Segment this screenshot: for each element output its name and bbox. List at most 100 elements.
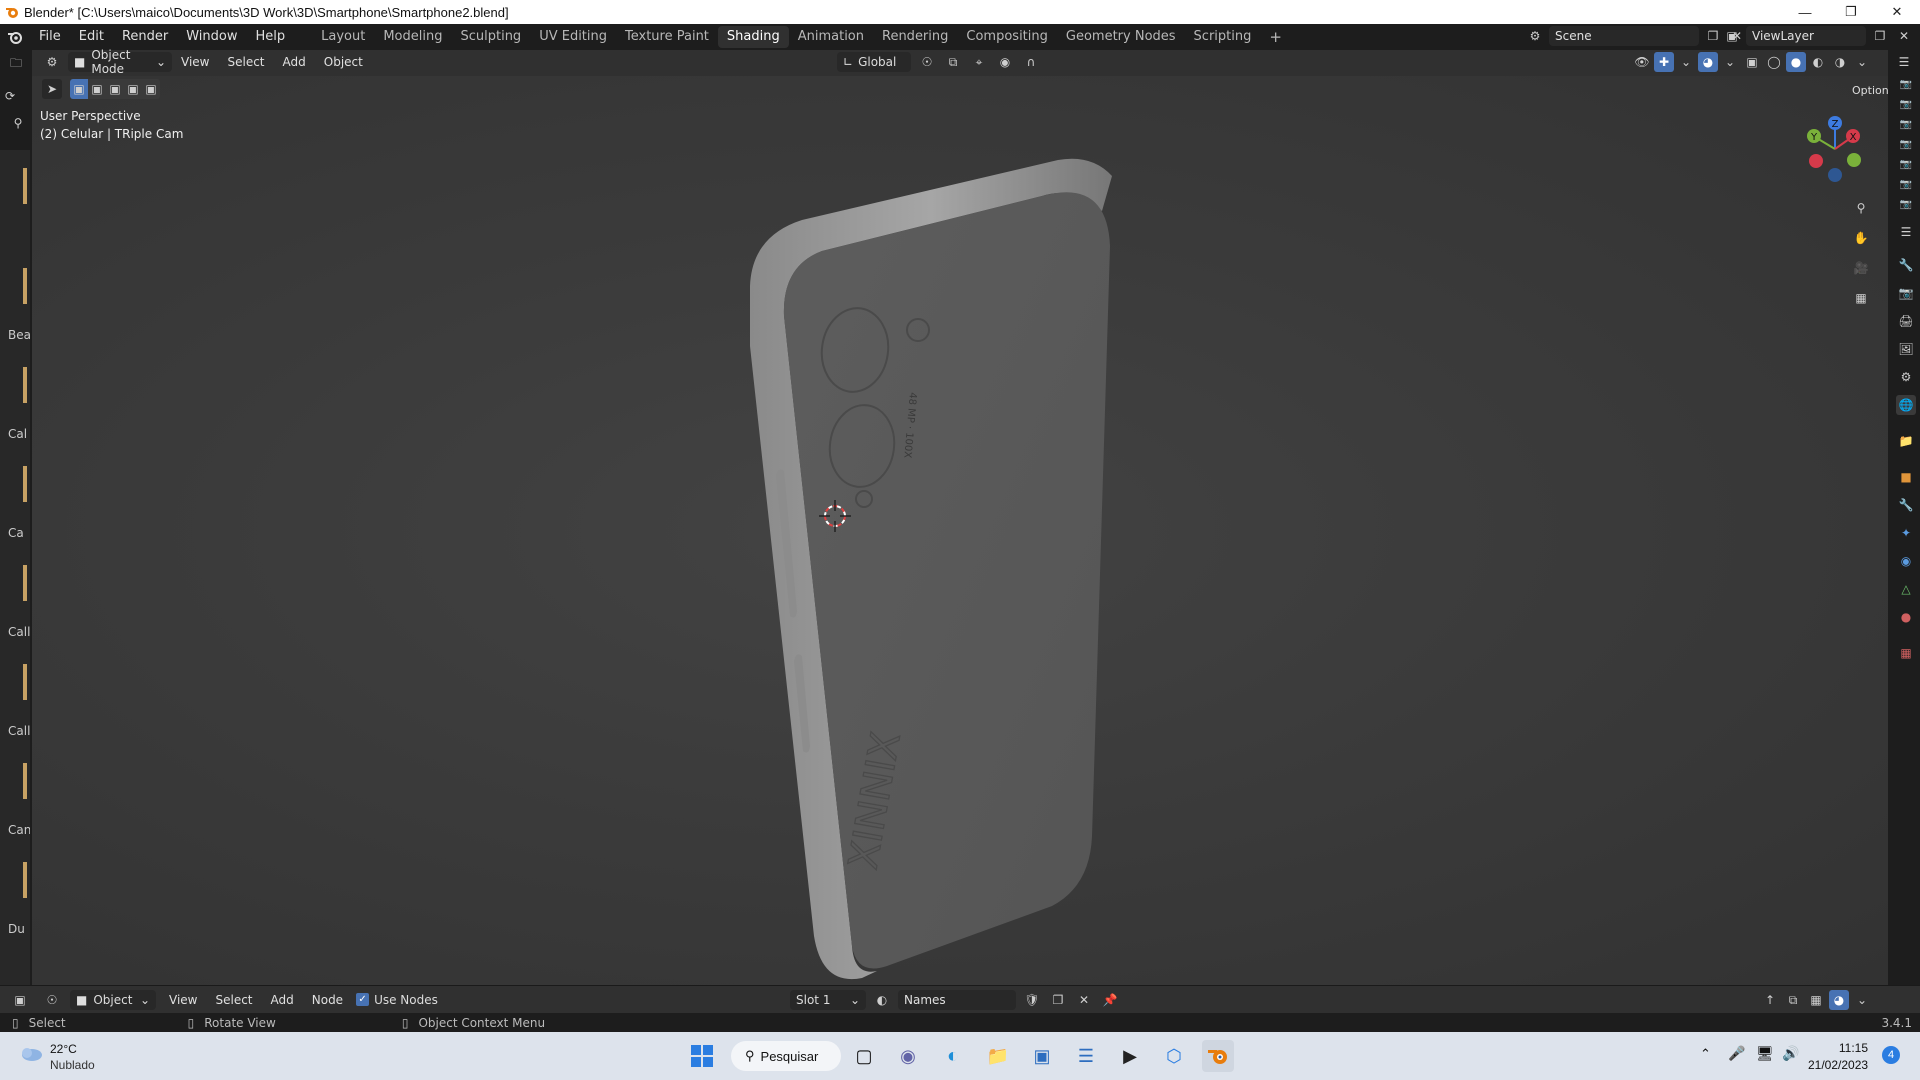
node-menu-node[interactable]: Node	[303, 987, 352, 1013]
particles-properties-icon[interactable]: ✦	[1896, 523, 1916, 543]
refresh-icon[interactable]: ⟳	[0, 86, 20, 106]
visibility-icon[interactable]: 👁	[1632, 52, 1652, 72]
camera-visibility-icon[interactable]: 📷	[1896, 114, 1916, 134]
snap-grid-icon[interactable]: ▦	[1806, 990, 1826, 1010]
overlays-dropdown-icon[interactable]: ⌄	[1720, 52, 1740, 72]
select-invert-icon[interactable]: ▣	[124, 79, 142, 99]
menu-edit[interactable]: Edit	[70, 24, 113, 50]
select-new-icon[interactable]: ▣	[70, 79, 88, 99]
checkbox-icon[interactable]: ✓	[356, 993, 370, 1006]
network-icon[interactable]: 🖥	[1756, 1045, 1774, 1062]
overlays-icon[interactable]: ◕	[1698, 52, 1718, 72]
outliner-item-bar[interactable]	[23, 763, 27, 799]
camera-visibility-icon[interactable]: 📷	[1896, 74, 1916, 94]
view-layer-icon[interactable]: ▣	[1722, 26, 1742, 46]
snap-target-icon[interactable]: ⌖	[969, 52, 989, 72]
rendered-shading-icon[interactable]: ◑	[1830, 52, 1850, 72]
clock-time[interactable]: 11:15	[1808, 1041, 1868, 1055]
teams-chat-icon[interactable]: ◉	[892, 1040, 924, 1072]
tab-geometry-nodes[interactable]: Geometry Nodes	[1057, 26, 1185, 48]
parent-node-icon[interactable]: ↑	[1760, 990, 1780, 1010]
tool-properties-icon[interactable]: 🔧	[1896, 255, 1916, 275]
gizmo-dropdown-icon[interactable]: ⌄	[1676, 52, 1696, 72]
menu-help[interactable]: Help	[247, 24, 295, 50]
edge-browser-icon[interactable]: ◐	[937, 1040, 969, 1072]
select-tool-icon[interactable]: ➤	[42, 79, 62, 99]
file-browser-icon[interactable]: 🗀	[6, 54, 26, 74]
gizmo-toggle-icon[interactable]: ✚	[1654, 52, 1674, 72]
falloff-icon[interactable]: ∩	[1021, 52, 1041, 72]
shader-type-icon[interactable]: ☉	[42, 990, 62, 1010]
material-slot-selector[interactable]: Slot 1 ⌄	[790, 990, 866, 1010]
tab-shading[interactable]: Shading	[717, 26, 789, 48]
pivot-point-icon[interactable]: ☉	[917, 52, 937, 72]
scene-selector-icon[interactable]: ⚙	[1525, 26, 1545, 46]
outliner-label[interactable]: Can	[8, 823, 30, 837]
blender-menu-icon[interactable]	[0, 30, 30, 44]
navigation-gizmo[interactable]: Z Y X	[1800, 112, 1870, 184]
scene-properties-icon[interactable]: ⚙	[1896, 367, 1916, 387]
close-icon[interactable]: ✕	[1874, 0, 1920, 24]
shader-object-selector[interactable]: ■ Object ⌄	[70, 989, 156, 1010]
unlink-material-icon[interactable]: ✕	[1074, 990, 1094, 1010]
node-snap-icon[interactable]: ⧉	[1783, 990, 1803, 1010]
menu-file[interactable]: File	[30, 24, 70, 50]
select-extend-icon[interactable]: ▣	[88, 79, 106, 99]
node-editor-type-icon[interactable]: ▣	[10, 990, 30, 1010]
shading-dropdown-icon[interactable]: ⌄	[1852, 52, 1872, 72]
tab-animation[interactable]: Animation	[789, 26, 873, 48]
xray-icon[interactable]: ▣	[1742, 52, 1762, 72]
material-browse-icon[interactable]: ◐	[872, 990, 892, 1010]
camera-visibility-icon[interactable]: 📷	[1896, 94, 1916, 114]
pan-hand-icon[interactable]: ✋	[1851, 228, 1871, 248]
tab-layout[interactable]: Layout	[312, 26, 374, 48]
viewport-menu-add[interactable]: Add	[274, 49, 315, 75]
add-workspace-button[interactable]: +	[1260, 26, 1291, 48]
camera-visibility-icon[interactable]: 📷	[1896, 194, 1916, 214]
3d-app-icon[interactable]: ⬡	[1158, 1040, 1190, 1072]
outliner-label[interactable]: Cal	[8, 427, 30, 441]
editor-type-icon[interactable]: ⚙	[42, 52, 62, 72]
tab-texture-paint[interactable]: Texture Paint	[616, 26, 718, 48]
camera-visibility-icon[interactable]: 📷	[1896, 174, 1916, 194]
modifier-properties-icon[interactable]: 🔧	[1896, 495, 1916, 515]
zoom-icon[interactable]: ⚲	[1851, 198, 1871, 218]
notification-badge[interactable]: 4	[1882, 1046, 1900, 1064]
solid-shading-icon[interactable]: ●	[1786, 52, 1806, 72]
taskbar-search-box[interactable]: ⚲ Pesquisar	[731, 1041, 841, 1071]
weather-description[interactable]: Nublado	[50, 1058, 95, 1072]
object-data-properties-icon[interactable]: △	[1896, 579, 1916, 599]
viewport-menu-view[interactable]: View	[172, 49, 218, 75]
node-menu-select[interactable]: Select	[206, 987, 261, 1013]
phone-model[interactable]: 48 MP · 100X XINNIX	[712, 116, 1152, 985]
clock-date[interactable]: 21/02/2023	[1808, 1058, 1868, 1072]
mode-selector[interactable]: ■ Object Mode ⌄	[68, 48, 172, 76]
outliner-label[interactable]: Ca	[8, 526, 30, 540]
new-view-layer-icon[interactable]: ❐	[1870, 26, 1890, 46]
tab-uv-editing[interactable]: UV Editing	[530, 26, 616, 48]
outliner-item-bar[interactable]	[23, 664, 27, 700]
minimize-icon[interactable]: —	[1782, 0, 1828, 24]
outliner-item-bar[interactable]	[23, 862, 27, 898]
options-button[interactable]: Options	[1846, 80, 1894, 100]
node-menu-view[interactable]: View	[160, 987, 206, 1013]
fake-user-icon[interactable]: 🛡	[1022, 990, 1042, 1010]
texture-properties-icon[interactable]: ▦	[1896, 643, 1916, 663]
chevron-down-icon[interactable]: ⌄	[1852, 990, 1872, 1010]
tab-sculpting[interactable]: Sculpting	[451, 26, 530, 48]
world-properties-icon[interactable]: 🌐	[1896, 395, 1916, 415]
outliner-item-bar[interactable]	[23, 168, 27, 204]
menu-window[interactable]: Window	[177, 24, 246, 50]
volume-icon[interactable]: 🔊	[1782, 1045, 1799, 1062]
notepad-icon[interactable]: ☰	[1070, 1040, 1102, 1072]
outliner-label[interactable]: Bea	[8, 328, 30, 342]
microsoft-store-icon[interactable]: ▣	[1026, 1040, 1058, 1072]
outliner-item-bar[interactable]	[23, 565, 27, 601]
file-explorer-icon[interactable]: 📁	[982, 1040, 1014, 1072]
duplicate-material-icon[interactable]: ❐	[1048, 990, 1068, 1010]
tab-rendering[interactable]: Rendering	[873, 26, 957, 48]
outliner-item-bar[interactable]	[23, 466, 27, 502]
media-player-icon[interactable]: ▶	[1114, 1040, 1146, 1072]
view-layer-properties-icon[interactable]: 🖼	[1896, 339, 1916, 359]
outliner-item-bar[interactable]	[23, 367, 27, 403]
